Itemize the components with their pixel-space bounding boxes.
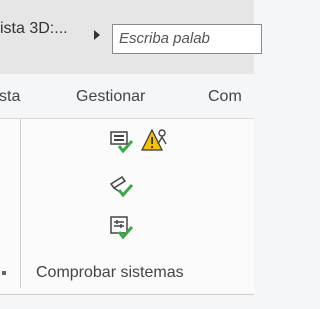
view-title: ista 3D:... xyxy=(0,20,68,37)
panel-expander-icon[interactable] xyxy=(2,271,6,275)
check-circuit-icon[interactable] xyxy=(108,214,134,245)
search-input[interactable]: Escriba palab xyxy=(112,24,262,54)
ribbon-tabs: sta Gestionar Com xyxy=(0,74,254,120)
tab-vista[interactable]: sta xyxy=(0,88,20,106)
check-system-icon[interactable] xyxy=(108,128,134,159)
warning-person-icon[interactable] xyxy=(140,126,168,159)
breadcrumb-arrow-icon xyxy=(94,30,100,40)
tab-gestionar[interactable]: Gestionar xyxy=(76,88,145,106)
panel-separator xyxy=(20,118,21,288)
panel-label: Comprobar sistemas xyxy=(36,264,184,281)
panel-bottom-border xyxy=(0,294,254,295)
title-bar: ista 3D:... Escriba palab xyxy=(0,0,262,74)
check-connection-icon[interactable] xyxy=(108,172,134,203)
tab-comprobar[interactable]: Com xyxy=(208,88,242,106)
